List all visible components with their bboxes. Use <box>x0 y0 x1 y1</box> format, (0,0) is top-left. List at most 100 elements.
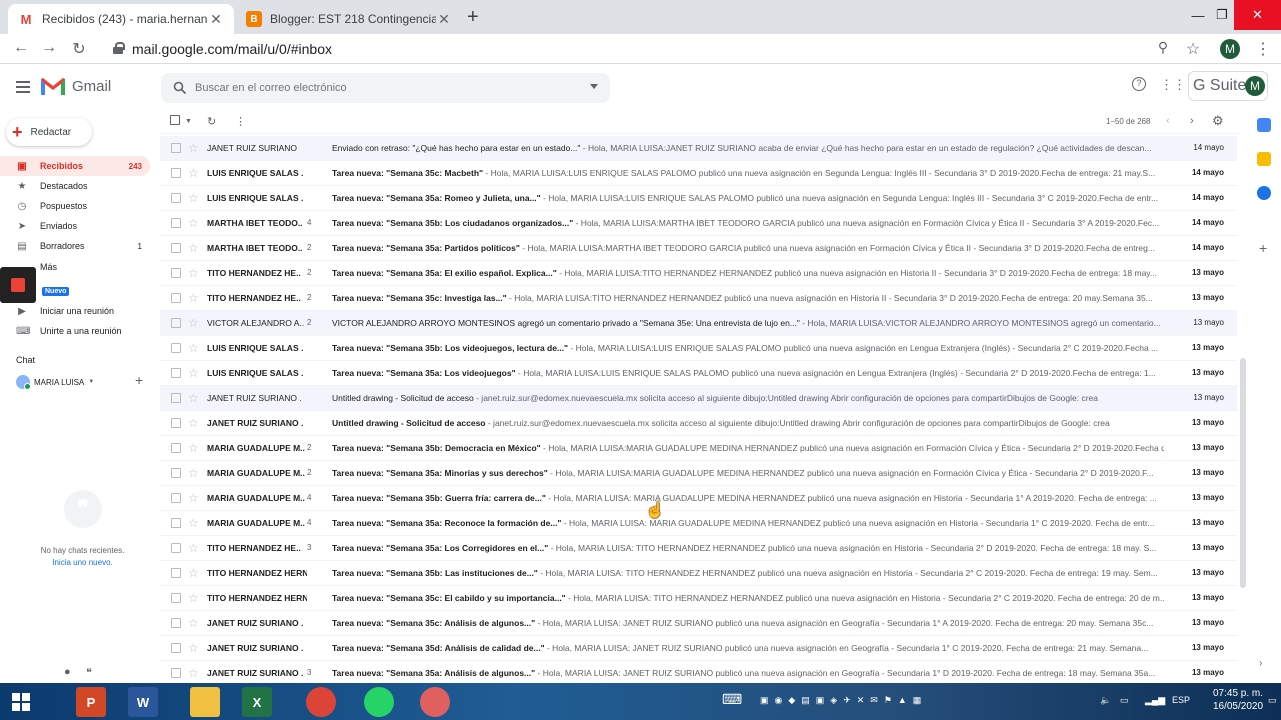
row-checkbox[interactable] <box>171 668 181 678</box>
mail-row[interactable]: ☆ TITO HERNANDEZ HE.. 3 Tarea nueva: "Seman… <box>160 536 1237 561</box>
star-icon[interactable]: ☆ <box>188 516 199 530</box>
scrollbar-thumb[interactable] <box>1240 358 1246 588</box>
row-checkbox[interactable] <box>171 218 181 228</box>
new-tab-button[interactable]: + <box>467 6 479 29</box>
row-checkbox[interactable] <box>171 293 181 303</box>
url-field[interactable]: mail.google.com/mail/u/0/#inbox <box>132 41 332 57</box>
compose-button[interactable]: + Redactar <box>6 118 92 146</box>
star-icon[interactable]: ☆ <box>188 466 199 480</box>
star-icon[interactable]: ☆ <box>188 166 199 180</box>
star-icon[interactable]: ☆ <box>188 266 199 280</box>
help-icon[interactable]: ? <box>1132 77 1146 91</box>
sidebar-item-starred[interactable]: ★ Destacados <box>0 176 150 196</box>
row-checkbox[interactable] <box>171 393 181 403</box>
profile-avatar[interactable]: M <box>1220 39 1240 59</box>
windows-start-icon[interactable] <box>12 693 30 711</box>
row-checkbox[interactable] <box>171 143 181 153</box>
keyboard-tray-icon[interactable]: ⌨ <box>722 691 742 708</box>
tasks-icon[interactable] <box>1257 186 1271 200</box>
mail-row[interactable]: ☆ VICTOR ALEJANDRO A.. 2 VICTOR ALEJANDRO A… <box>160 311 1237 336</box>
search-icon[interactable] <box>173 81 187 95</box>
row-checkbox[interactable] <box>171 343 181 353</box>
mail-row[interactable]: ☆ TITO HERNANDEZ HE.. 2 Tarea nueva: "Seman… <box>160 261 1237 286</box>
sidebar-item-drafts[interactable]: ▤ Borradores 1 <box>0 236 150 256</box>
select-all-checkbox[interactable] <box>170 115 180 128</box>
signal-icon[interactable]: ▂▄▆ <box>1145 695 1165 706</box>
calendar-icon[interactable] <box>1257 118 1271 132</box>
row-checkbox[interactable] <box>171 168 181 178</box>
notifications-icon[interactable]: ▭ <box>1268 695 1277 706</box>
search-input[interactable] <box>195 79 575 97</box>
more-options-icon[interactable]: ⋮ <box>235 115 246 128</box>
powerpoint-icon[interactable]: P <box>76 687 106 717</box>
star-icon[interactable]: ☆ <box>188 341 199 355</box>
mail-row[interactable]: ☆ JANET RUIZ SURIANO . Untitled drawing - … <box>160 411 1237 436</box>
tab-blogger[interactable]: B Blogger: EST 218 Contingencia - ✕ <box>236 4 462 34</box>
hangouts-icon[interactable]: ❝ <box>86 666 92 679</box>
mail-row[interactable]: ☆ LUIS ENRIQUE SALAS . Tarea nueva: "Seman… <box>160 336 1237 361</box>
zoom-icon[interactable]: ⚲ <box>1152 39 1174 59</box>
chevron-down-icon[interactable]: ▼ <box>88 379 94 385</box>
star-icon[interactable]: ☆ <box>188 541 199 555</box>
mail-row[interactable]: ☆ MARTHA IBET TEODO.. 2 Tarea nueva: "Seman… <box>160 236 1237 261</box>
mail-row[interactable]: ☆ JANET RUIZ SURIANO . 3 Tarea nueva: "Sema… <box>160 661 1237 680</box>
star-icon[interactable]: ☆ <box>188 441 199 455</box>
star-icon[interactable]: ☆ <box>188 291 199 305</box>
mail-row[interactable]: ☆ JANET RUIZ SURIANO . Untitled drawing - … <box>160 386 1237 411</box>
star-icon[interactable]: ☆ <box>188 141 199 155</box>
star-icon[interactable]: ☆ <box>188 641 199 655</box>
add-addon-icon[interactable]: + <box>1259 240 1267 256</box>
main-menu-icon[interactable] <box>16 81 30 93</box>
search-options-icon[interactable] <box>590 84 598 89</box>
back-button[interactable]: ← <box>10 39 32 59</box>
mail-row[interactable]: ☆ TITO HERNANDEZ HERN. Tarea nueva: "Seman… <box>160 586 1237 611</box>
forward-button[interactable]: → <box>38 39 60 59</box>
mail-row[interactable]: ☆ LUIS ENRIQUE SALAS . Tarea nueva: "Seman… <box>160 361 1237 386</box>
star-icon[interactable]: ☆ <box>188 666 199 680</box>
row-checkbox[interactable] <box>171 418 181 428</box>
window-close-button[interactable]: ✕ <box>1234 0 1281 30</box>
mail-row[interactable]: ☆ JANET RUIZ SURIANO Enviado con retraso: … <box>160 136 1237 161</box>
row-checkbox[interactable] <box>171 243 181 253</box>
start-meeting-item[interactable]: ▶ Iniciar una reunión <box>0 301 150 321</box>
chevron-down-icon[interactable]: ▼ <box>185 118 192 125</box>
mail-row[interactable]: ☆ JANET RUIZ SURIANO . Tarea nueva: "Seman… <box>160 636 1237 661</box>
tab-gmail[interactable]: M Recibidos (243) - maria.hernande ✕ <box>8 4 234 34</box>
star-icon[interactable]: ☆ <box>188 391 199 405</box>
mail-row[interactable]: ☆ MARIA GUADALUPE M.. 2 Tarea nueva: "Seman… <box>160 461 1237 486</box>
word-icon[interactable]: W <box>128 687 158 717</box>
close-icon[interactable]: ✕ <box>208 11 224 28</box>
row-checkbox[interactable] <box>171 443 181 453</box>
row-checkbox[interactable] <box>171 593 181 603</box>
sidebar-item-inbox[interactable]: ▣ Recibidos 243 <box>0 156 150 176</box>
scrollbar[interactable] <box>1238 136 1248 680</box>
star-icon[interactable]: ☆ <box>188 191 199 205</box>
keep-icon[interactable] <box>1257 152 1271 166</box>
screen-recorder-icon[interactable] <box>0 267 36 303</box>
language-indicator[interactable]: ESP <box>1172 695 1190 705</box>
menu-icon[interactable]: ⋮ <box>1252 39 1274 59</box>
system-clock[interactable]: 07:45 p. m. 16/05/2020 <box>1208 687 1268 713</box>
star-icon[interactable]: ☆ <box>188 316 199 330</box>
mail-row[interactable]: ☆ TITO HERNANDEZ HERN. Tarea nueva: "Seman… <box>160 561 1237 586</box>
row-checkbox[interactable] <box>171 618 181 628</box>
prev-page-icon[interactable]: ‹ <box>1166 115 1170 127</box>
star-icon[interactable]: ☆ <box>188 616 199 630</box>
network-icon[interactable]: ▭ <box>1120 695 1129 706</box>
row-checkbox[interactable] <box>171 368 181 378</box>
tray-app-icons[interactable]: ▣◉◆▤▣◈✈✕✉⚑▲▦ <box>760 695 927 706</box>
settings-gear-icon[interactable]: ⚙ <box>1212 113 1224 129</box>
row-checkbox[interactable] <box>171 268 181 278</box>
app-icon[interactable] <box>420 687 450 717</box>
row-checkbox[interactable] <box>171 468 181 478</box>
search-bar[interactable] <box>161 73 610 103</box>
star-icon[interactable]: ☆ <box>188 366 199 380</box>
mail-row[interactable]: ☆ MARIA GUADALUPE M.. 2 Tarea nueva: "Seman… <box>160 436 1237 461</box>
join-meeting-item[interactable]: ⌨ Unirte a una reunión <box>0 321 150 341</box>
row-checkbox[interactable] <box>171 543 181 553</box>
chat-user[interactable]: MARIA LUISA ▼ <box>16 375 94 390</box>
folder-icon[interactable] <box>190 687 220 717</box>
star-icon[interactable]: ☆ <box>188 566 199 580</box>
star-icon[interactable]: ☆ <box>188 416 199 430</box>
row-checkbox[interactable] <box>171 193 181 203</box>
